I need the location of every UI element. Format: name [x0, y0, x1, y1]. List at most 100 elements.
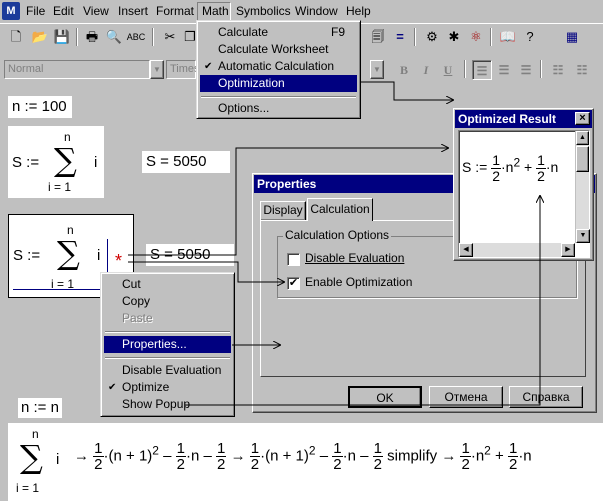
frac-num: 1 [491, 152, 501, 169]
spell-check-icon[interactable]: ABC [126, 27, 146, 47]
bold-button[interactable]: B [394, 60, 414, 80]
menu-insert[interactable]: Insert [118, 4, 148, 18]
font-combo[interactable]: Times [166, 60, 200, 79]
sum-lower-limit: i = 1 [48, 180, 72, 194]
menu-item-options[interactable]: Options... [200, 100, 357, 117]
sum-definition-1[interactable]: S := n ∑ i i = 1 [8, 126, 104, 198]
optimized-result-title-text: Optimized Result [458, 112, 557, 126]
insert-object-icon[interactable]: ✱ [444, 27, 464, 47]
menu-file[interactable]: File [26, 4, 45, 18]
menu-item-calculate-worksheet[interactable]: Calculate Worksheet [200, 41, 357, 58]
result-1[interactable]: S = 5050 [142, 151, 230, 173]
menu-item-cut[interactable]: Cut [104, 276, 231, 293]
frac-num: 1 [536, 152, 546, 169]
n-redefinition[interactable]: n := n [18, 398, 62, 418]
menu-bar: M File Edit View Insert Format Math Symb… [0, 0, 603, 22]
frac-den: 2 [94, 456, 103, 473]
math-menu: Calculate F9 Calculate Worksheet ✔ Autom… [196, 20, 361, 119]
menu-window[interactable]: Window [295, 4, 338, 18]
dot-n: ·n [186, 447, 200, 465]
cut-icon[interactable]: ✂ [160, 27, 180, 47]
menu-item-calculate[interactable]: Calculate F9 [200, 24, 357, 41]
disable-evaluation-label[interactable]: Disable Evaluation [305, 251, 404, 265]
scroll-right-icon[interactable]: ▶ [561, 243, 575, 257]
frac-num: 1 [249, 440, 261, 457]
menu-item-properties[interactable]: Properties... [104, 336, 231, 353]
scroll-left-icon[interactable]: ◀ [459, 243, 473, 257]
exponent: 2 [152, 443, 159, 458]
cancel-button[interactable]: Отмена [429, 386, 503, 408]
scroll-up-icon[interactable]: ▲ [576, 131, 589, 145]
frac-num: 1 [332, 440, 343, 457]
tab-calculation[interactable]: Calculation [307, 198, 373, 221]
numbering-icon[interactable]: ☷ [572, 60, 592, 80]
close-icon[interactable]: × [575, 112, 590, 125]
open-icon[interactable]: 📂 [30, 27, 50, 47]
style-combo[interactable]: Normal [4, 60, 150, 79]
menu-item-disable-evaluation[interactable]: Disable Evaluation [104, 362, 231, 379]
component-icon[interactable]: ⚙ [422, 27, 442, 47]
chevron-down-icon[interactable]: ▼ [150, 60, 164, 79]
bullets-icon[interactable]: ☷ [548, 60, 568, 80]
menu-edit[interactable]: Edit [53, 4, 74, 18]
insert-unit-icon[interactable]: ⚛ [466, 27, 486, 47]
print-preview-icon[interactable]: 🔍 [104, 27, 124, 47]
disable-evaluation-checkbox[interactable] [287, 253, 300, 266]
scroll-thumb[interactable] [576, 146, 589, 172]
align-center-icon[interactable]: ☰ [494, 60, 514, 80]
italic-button[interactable]: I [416, 60, 436, 80]
chevron-down-icon[interactable]: ▼ [370, 60, 384, 79]
n-definition[interactable]: n := 100 [8, 96, 72, 118]
menu-item-paste[interactable]: Paste [104, 310, 231, 327]
optimization-marker-icon[interactable]: * [115, 251, 122, 272]
frac-num: 1 [216, 440, 227, 457]
optimized-result-title: Optimized Result × [455, 110, 592, 128]
help-icon[interactable]: ? [520, 27, 540, 47]
menu-item-automatic-calculation[interactable]: ✔ Automatic Calculation [200, 58, 357, 75]
print-icon[interactable]: 🖶 [82, 27, 102, 47]
resource-center-icon[interactable]: 📖 [498, 27, 518, 47]
optimized-result-window: Optimized Result × S := 1 2 ·n2 + 1 2 ·n ▲ ▼… [453, 108, 594, 261]
shortcut-label: F9 [330, 25, 345, 39]
scroll-down-icon[interactable]: ▼ [576, 229, 590, 243]
symbolic-evaluation[interactable]: n ∑ i i = 1 → 1 2 ·(n + 1)2 – 1 2 ·n – 12 → … [8, 423, 603, 501]
menu-item-label: Automatic Calculation [218, 59, 335, 73]
calculator-palette-icon[interactable]: ▦ [562, 27, 582, 47]
menu-view[interactable]: View [83, 4, 109, 18]
enable-optimization-checkbox[interactable]: ✔ [287, 277, 300, 290]
ok-button[interactable]: OK [348, 386, 422, 408]
menu-item-optimize[interactable]: ✔ Optimize [104, 379, 231, 396]
toolbar-separator [152, 28, 154, 46]
menu-separator [105, 357, 230, 359]
dot-n: ·n [545, 159, 559, 176]
align-left-icon[interactable]: ☰ [472, 60, 492, 80]
arrow: → [441, 447, 457, 465]
menu-math[interactable]: Math [197, 2, 231, 21]
tab-display[interactable]: Display [260, 201, 306, 220]
group-label: Calculation Options [283, 228, 392, 242]
frac-num: 1 [175, 440, 187, 457]
resource-icon[interactable]: 🗐 [368, 27, 388, 47]
result-lhs: S := [462, 159, 488, 176]
help-button[interactable]: Справка [509, 386, 583, 408]
menu-help[interactable]: Help [346, 4, 371, 18]
align-right-icon[interactable]: ☰ [516, 60, 536, 80]
new-icon[interactable]: 🗋 [6, 27, 26, 47]
symbolic-result-row: → 1 2 ·(n + 1)2 – 1 2 ·n – 12 → 1 2 ·(n + 1)2 … [74, 441, 532, 472]
menu-item-optimization[interactable]: Optimization [200, 75, 357, 92]
frac-den: 2 [508, 456, 518, 473]
enable-optimization-label[interactable]: Enable Optimization [305, 275, 412, 289]
app-logo-icon[interactable]: M [2, 2, 20, 20]
underline-button[interactable]: U [438, 60, 458, 80]
menu-format[interactable]: Format [156, 4, 194, 18]
menu-symbolics[interactable]: Symbolics [236, 4, 291, 18]
menu-item-copy[interactable]: Copy [104, 293, 231, 310]
result-2[interactable]: S = 5050 [146, 244, 234, 266]
horizontal-scrollbar[interactable]: ◀ ▶ [459, 243, 575, 257]
calculate-icon[interactable]: = [390, 27, 410, 47]
save-icon[interactable]: 💾 [52, 27, 72, 47]
sigma-icon: ∑ [20, 438, 43, 476]
frac-den: 2 [217, 456, 226, 473]
vertical-scrollbar[interactable]: ▲ ▼ [575, 131, 590, 243]
menu-item-show-popup[interactable]: Show Popup [104, 396, 231, 413]
